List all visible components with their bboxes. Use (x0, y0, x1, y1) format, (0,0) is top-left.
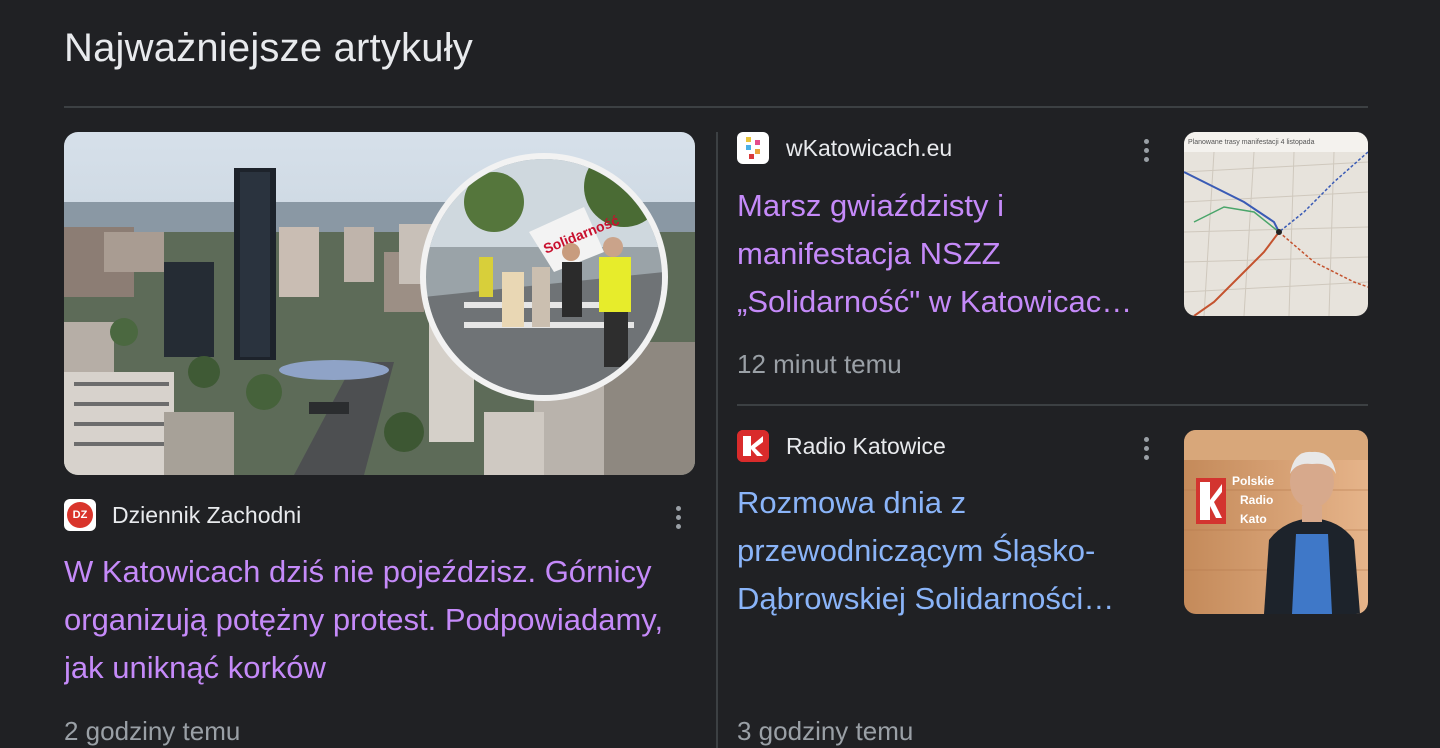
person-portrait-icon: Polskie Radio Kato (1184, 430, 1368, 614)
article-2-time: 3 godziny temu (737, 716, 914, 746)
dziennik-zachodni-favicon-icon: DZ (64, 499, 96, 531)
map-caption: Planowane trasy manifestacji 4 listopada (1188, 139, 1315, 146)
lead-source-name: Dziennik Zachodni (112, 501, 302, 528)
article-2-headline[interactable]: Rozmowa dnia z przewodniczącym Śląsko-Dą… (737, 479, 1162, 623)
lead-article-image[interactable]: Solidarność (64, 132, 695, 475)
section-title: Najważniejsze artykuły (64, 26, 473, 70)
article-1-thumbnail[interactable]: Planowane trasy manifestacji 4 listopada (1184, 132, 1368, 316)
article-2-source[interactable]: Radio Katowice (737, 430, 946, 462)
svg-text:Polskie: Polskie (1232, 474, 1274, 488)
city-skyline-icon: Solidarność (64, 132, 695, 475)
column-divider (716, 132, 718, 748)
row-divider (737, 404, 1368, 406)
lead-more-options-icon[interactable] (668, 502, 688, 532)
article-1-headline[interactable]: Marsz gwiaździsty i manifestacja NSZZ „S… (737, 182, 1162, 326)
lead-time: 2 godziny temu (64, 716, 241, 746)
top-divider (64, 106, 1368, 108)
lead-source[interactable]: DZ Dziennik Zachodni (64, 499, 301, 531)
article-2-source-name: Radio Katowice (786, 432, 946, 459)
dz-logo: DZ (67, 502, 93, 528)
street-map-icon: Planowane trasy manifestacji 4 listopada (1184, 132, 1368, 316)
article-1-time: 12 minut temu (737, 349, 902, 379)
article-1-source-name: wKatowicach.eu (786, 134, 953, 161)
wkatowicach-favicon-icon (737, 132, 769, 164)
article-1-source[interactable]: wKatowicach.eu (737, 132, 952, 164)
lead-headline[interactable]: W Katowicach dziś nie pojeździsz. Górnic… (64, 548, 704, 692)
svg-text:Kato: Kato (1240, 512, 1267, 526)
article-1-more-options-icon[interactable] (1136, 135, 1156, 165)
radio-katowice-favicon-icon (737, 430, 769, 462)
svg-text:Radio: Radio (1240, 493, 1273, 507)
article-2-more-options-icon[interactable] (1136, 433, 1156, 463)
article-2-thumbnail[interactable]: Polskie Radio Kato (1184, 430, 1368, 614)
